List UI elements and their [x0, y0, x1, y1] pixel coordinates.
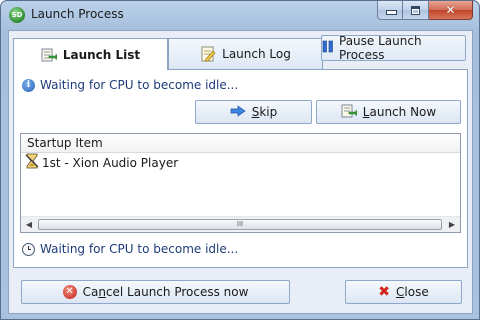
cancel-label-rest: cel Launch Process now: [105, 285, 249, 299]
info-icon: i: [22, 78, 35, 92]
launch-process-window: SD Launch Process ✕ Launch List Launch L…: [0, 0, 480, 320]
launch-list-icon: [41, 47, 58, 63]
tab-launch-log-label: Launch Log: [222, 47, 291, 61]
launch-now-icon: [341, 103, 358, 122]
status-top: i Waiting for CPU to become idle...: [22, 78, 238, 92]
log-icon: [200, 46, 216, 62]
launch-now-label-rest: aunch Now: [369, 105, 437, 119]
launch-list-panel: i Waiting for CPU to become idle... Skip…: [13, 69, 468, 268]
close-x-icon: ✖: [378, 284, 391, 300]
launch-now-label: Launch Now: [363, 105, 436, 119]
close-button[interactable]: ✖ Close: [345, 280, 462, 304]
close-label: Close: [396, 285, 429, 299]
horizontal-scrollbar[interactable]: ◀ III ▶: [21, 216, 460, 232]
cancel-label-underlined: n: [98, 285, 106, 299]
startup-items-list[interactable]: Startup Item 1st - Xion Audio Player ◀ I…: [20, 133, 461, 233]
client-area: Launch List Launch Log Pause Launch Proc…: [8, 30, 473, 314]
list-item[interactable]: 1st - Xion Audio Player: [21, 153, 460, 172]
maximize-button[interactable]: [403, 1, 429, 20]
cancel-label: Cancel Launch Process now: [83, 285, 249, 299]
skip-button[interactable]: Skip: [195, 100, 312, 124]
scroll-right-icon[interactable]: ▶: [444, 217, 460, 232]
pause-button-label: Pause Launch Process: [339, 34, 422, 62]
tab-launch-list-label: Launch List: [62, 47, 141, 62]
minimize-icon: [385, 6, 397, 15]
tab-launch-list[interactable]: Launch List: [13, 38, 168, 70]
skip-arrow-icon: [230, 104, 246, 120]
list-item-label: 1st - Xion Audio Player: [42, 155, 179, 170]
cancel-icon: ✕: [62, 285, 77, 299]
app-logo-icon: SD: [9, 7, 25, 23]
status-bottom: Waiting for CPU to become idle...: [22, 242, 238, 256]
skip-label: Skip: [252, 105, 278, 119]
close-label-rest: lose: [404, 285, 429, 299]
scrollbar-thumb[interactable]: III: [38, 219, 442, 230]
launch-now-button[interactable]: Launch Now: [316, 100, 461, 124]
status-top-text: Waiting for CPU to become idle...: [40, 78, 239, 92]
clock-icon: [22, 242, 35, 256]
column-header-startup-item[interactable]: Startup Item: [21, 134, 460, 153]
close-window-button[interactable]: ✕: [429, 1, 473, 20]
maximize-icon: [411, 5, 420, 15]
skip-label-rest: kip: [259, 105, 278, 119]
hourglass-icon: [24, 153, 40, 172]
cancel-launch-process-button[interactable]: ✕ Cancel Launch Process now: [21, 280, 290, 304]
cancel-label-prefix: Ca: [82, 285, 99, 299]
caption-buttons: ✕: [377, 1, 473, 20]
scroll-left-icon[interactable]: ◀: [21, 217, 37, 232]
title-bar[interactable]: SD Launch Process ✕: [1, 1, 479, 29]
pause-launch-process-button[interactable]: Pause Launch Process: [321, 34, 466, 62]
window-title: Launch Process: [31, 7, 124, 21]
close-icon: ✕: [445, 2, 456, 17]
minimize-button[interactable]: [377, 1, 403, 20]
pause-icon: [322, 40, 334, 56]
status-bottom-text: Waiting for CPU to become idle...: [40, 242, 239, 256]
tab-launch-log[interactable]: Launch Log: [168, 38, 323, 69]
